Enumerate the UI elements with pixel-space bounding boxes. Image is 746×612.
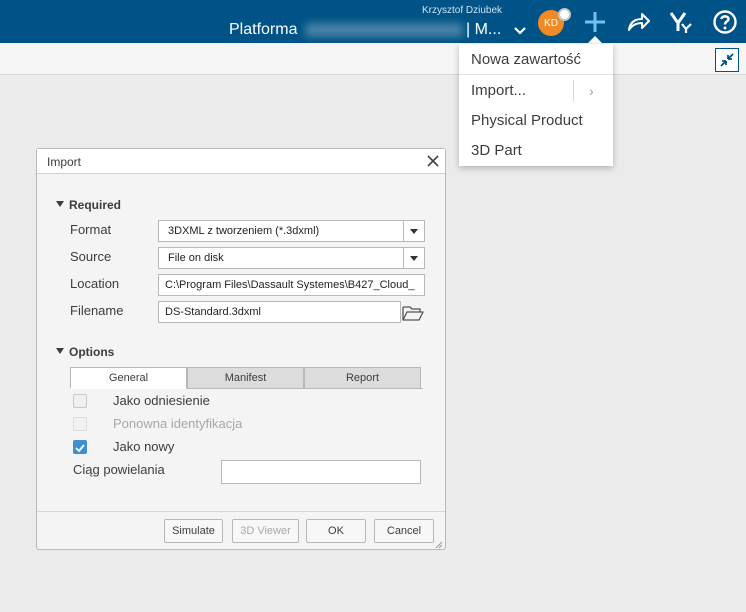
tab-general[interactable]: General: [70, 367, 187, 389]
close-icon[interactable]: [426, 154, 440, 168]
format-label: Format: [70, 222, 112, 237]
footer-divider: [37, 511, 445, 512]
tab-report[interactable]: Report: [304, 367, 421, 389]
platform-label[interactable]: Platforma: [229, 21, 297, 39]
presence-indicator: [558, 8, 571, 21]
plus-icon[interactable]: [581, 8, 609, 36]
menu-item-import-label: Import...: [471, 82, 527, 99]
app-label[interactable]: | M...: [466, 21, 501, 39]
help-icon[interactable]: [711, 8, 739, 36]
dropdown-arrow-icon[interactable]: [403, 221, 424, 241]
chevron-down-icon[interactable]: [513, 24, 527, 36]
duplicate-string-label: Ciąg powielania: [73, 462, 165, 477]
import-dialog: Import Required Format 3DXML z tworzenie…: [36, 148, 446, 550]
reidentify-label: Ponowna identyfikacja: [113, 416, 243, 431]
as-new-checkbox[interactable]: [73, 440, 87, 454]
chevron-right-icon[interactable]: ›: [589, 76, 594, 106]
as-reference-label: Jako odniesienie: [113, 393, 210, 408]
collapse-button[interactable]: [715, 48, 739, 72]
options-section-title: Options: [69, 345, 115, 359]
source-value: File on disk: [168, 252, 224, 264]
duplicate-string-field[interactable]: [221, 460, 421, 484]
menu-item-physical-product[interactable]: Physical Product: [459, 106, 613, 136]
compass-icon[interactable]: [667, 8, 695, 36]
dropdown-arrow-icon[interactable]: [403, 248, 424, 268]
location-label: Location: [70, 276, 120, 291]
redacted-tenant-name: [305, 23, 463, 37]
submenu-separator: [573, 80, 574, 102]
options-tabs: General Manifest Report: [70, 367, 423, 389]
3d-viewer-button: 3D Viewer: [232, 519, 299, 543]
source-select[interactable]: File on disk: [158, 247, 425, 269]
required-section-title: Required: [69, 198, 122, 212]
required-section-toggle[interactable]: Required: [56, 198, 121, 212]
simulate-button[interactable]: Simulate: [164, 519, 223, 543]
dialog-header[interactable]: Import: [37, 149, 445, 174]
options-section-toggle[interactable]: Options: [56, 345, 114, 359]
format-select[interactable]: 3DXML z tworzeniem (*.3dxml): [158, 220, 425, 242]
menu-item-import[interactable]: Import... ›: [459, 76, 613, 106]
filename-label: Filename: [70, 303, 124, 318]
share-icon[interactable]: [624, 8, 652, 36]
reidentify-checkbox: [73, 417, 87, 431]
resize-grip-icon[interactable]: [435, 541, 443, 549]
menu-item-new-content[interactable]: Nowa zawartość: [459, 45, 613, 75]
triangle-down-icon: [56, 201, 64, 207]
triangle-down-icon: [56, 348, 64, 354]
source-label: Source: [70, 249, 112, 264]
location-field[interactable]: C:\Program Files\Dassault Systemes\B427_…: [158, 274, 425, 296]
menu-item-3d-part[interactable]: 3D Part: [459, 136, 613, 166]
folder-open-icon[interactable]: [402, 304, 424, 322]
secondary-toolbar: [0, 43, 746, 75]
format-value: 3DXML z tworzeniem (*.3dxml): [168, 225, 320, 237]
ok-button[interactable]: OK: [306, 519, 366, 543]
collapse-icon: [720, 53, 734, 67]
tab-manifest[interactable]: Manifest: [187, 367, 304, 389]
top-bar: Krzysztof Dziubek Platforma | M... KD: [0, 0, 746, 44]
as-new-label: Jako nowy: [113, 439, 175, 454]
as-reference-checkbox[interactable]: [73, 394, 87, 408]
user-name[interactable]: Krzysztof Dziubek: [422, 5, 502, 16]
dialog-title: Import: [47, 155, 82, 169]
add-content-menu: Nowa zawartość Import... › Physical Prod…: [459, 44, 613, 166]
filename-field[interactable]: DS-Standard.3dxml: [158, 301, 401, 323]
cancel-button[interactable]: Cancel: [374, 519, 434, 543]
checkmark-icon: [75, 444, 85, 453]
